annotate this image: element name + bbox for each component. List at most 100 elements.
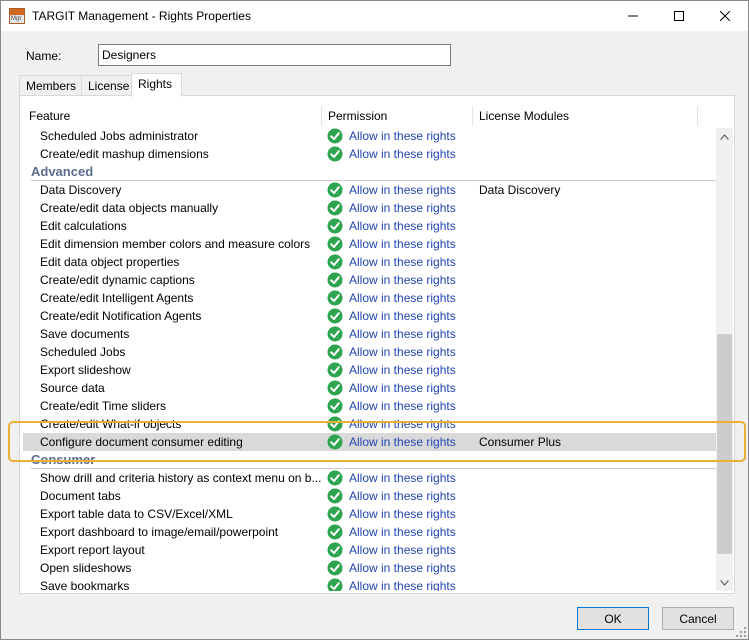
column-header-permission[interactable]: Permission — [322, 104, 472, 124]
tab-rights[interactable]: Rights — [131, 73, 182, 97]
group-header-advanced: Advanced — [23, 163, 716, 181]
permission-value: Allow in these rights — [349, 579, 456, 591]
check-circle-icon — [327, 398, 343, 414]
permission-cell[interactable]: Allow in these rights — [325, 506, 475, 522]
permission-cell[interactable]: Allow in these rights — [325, 200, 475, 216]
table-row[interactable]: Create/edit Notification Agents Allow in … — [23, 307, 716, 325]
rights-grid[interactable]: Scheduled Jobs administrator Allow in the… — [23, 128, 716, 591]
table-row[interactable]: Save bookmarks Allow in these rights — [23, 577, 716, 591]
permission-cell[interactable]: Allow in these rights — [325, 236, 475, 252]
permission-value: Allow in these rights — [349, 309, 456, 323]
table-row[interactable]: Save documents Allow in these rights — [23, 325, 716, 343]
ok-button[interactable]: OK — [577, 607, 649, 630]
vertical-scrollbar[interactable] — [716, 128, 733, 591]
table-row[interactable]: Document tabs Allow in these rights — [23, 487, 716, 505]
resize-grip-icon[interactable] — [734, 625, 748, 639]
permission-cell[interactable]: Allow in these rights — [325, 128, 475, 144]
tab-members[interactable]: Members — [19, 75, 82, 96]
title-bar[interactable]: Mgt TARGIT Management - Rights Propertie… — [1, 1, 748, 31]
permission-cell[interactable]: Allow in these rights — [325, 254, 475, 270]
table-row[interactable]: Export dashboard to image/email/powerpoi… — [23, 523, 716, 541]
grid-header: Feature Permission License Modules — [23, 104, 718, 126]
permission-cell[interactable]: Allow in these rights — [325, 362, 475, 378]
table-row[interactable]: Data Discovery Allow in these rights Data … — [23, 181, 716, 199]
permission-value: Allow in these rights — [349, 345, 456, 359]
group-label: Advanced — [31, 164, 94, 179]
permission-cell[interactable]: Allow in these rights — [325, 398, 475, 414]
permission-cell[interactable]: Allow in these rights — [325, 524, 475, 540]
table-row[interactable]: Source data Allow in these rights — [23, 379, 716, 397]
permission-cell[interactable]: Allow in these rights — [325, 290, 475, 306]
table-row[interactable]: Edit data object properties Allow in thes… — [23, 253, 716, 271]
close-icon — [720, 11, 730, 21]
table-row[interactable]: Show drill and criteria history as conte… — [23, 469, 716, 487]
permission-cell[interactable]: Allow in these rights — [325, 488, 475, 504]
table-row[interactable]: Export table data to CSV/Excel/XML Allow … — [23, 505, 716, 523]
column-header-feature[interactable]: Feature — [23, 104, 321, 124]
permission-cell[interactable]: Allow in these rights — [325, 344, 475, 360]
table-row[interactable]: Configure document consumer editing Allow… — [23, 433, 716, 451]
permission-value: Allow in these rights — [349, 201, 456, 215]
close-button[interactable] — [702, 1, 748, 31]
permission-value: Allow in these rights — [349, 327, 456, 341]
feature-cell: Document tabs — [40, 489, 121, 503]
check-circle-icon — [327, 308, 343, 324]
table-row[interactable]: Create/edit mashup dimensions Allow in th… — [23, 145, 716, 163]
table-row[interactable]: Create/edit What-if objects Allow in thes… — [23, 415, 716, 433]
cancel-button[interactable]: Cancel — [662, 607, 734, 630]
permission-cell[interactable]: Allow in these rights — [325, 434, 475, 450]
permission-cell[interactable]: Allow in these rights — [325, 470, 475, 486]
feature-cell: Source data — [40, 381, 105, 395]
table-row[interactable]: Edit calculations Allow in these rights — [23, 217, 716, 235]
table-row[interactable]: Scheduled Jobs administrator Allow in the… — [23, 128, 716, 145]
check-circle-icon — [327, 542, 343, 558]
permission-cell[interactable]: Allow in these rights — [325, 146, 475, 162]
scroll-down-button[interactable] — [716, 574, 733, 591]
table-row[interactable]: Export report layout Allow in these right… — [23, 541, 716, 559]
feature-cell: Create/edit data objects manually — [40, 201, 219, 215]
table-row[interactable]: Open slideshows Allow in these rights — [23, 559, 716, 577]
permission-cell[interactable]: Allow in these rights — [325, 326, 475, 342]
permission-value: Allow in these rights — [349, 507, 456, 521]
permission-cell[interactable]: Allow in these rights — [325, 308, 475, 324]
permission-cell[interactable]: Allow in these rights — [325, 272, 475, 288]
window-title: TARGIT Management - Rights Properties — [32, 9, 251, 23]
chevron-down-icon — [720, 579, 729, 586]
permission-cell[interactable]: Allow in these rights — [325, 542, 475, 558]
maximize-button[interactable] — [656, 1, 702, 31]
table-row[interactable]: Create/edit data objects manually Allow i… — [23, 199, 716, 217]
table-row[interactable]: Create/edit dynamic captions Allow in the… — [23, 271, 716, 289]
feature-cell: Create/edit mashup dimensions — [40, 147, 209, 161]
table-row[interactable]: Create/edit Intelligent Agents Allow in t… — [23, 289, 716, 307]
permission-cell[interactable]: Allow in these rights — [325, 182, 475, 198]
table-row[interactable]: Edit dimension member colors and measure… — [23, 235, 716, 253]
rights-properties-window: Mgt TARGIT Management - Rights Propertie… — [0, 0, 749, 640]
permission-cell[interactable]: Allow in these rights — [325, 218, 475, 234]
feature-cell: Create/edit Intelligent Agents — [40, 291, 194, 305]
permission-value: Allow in these rights — [349, 435, 456, 449]
permission-cell[interactable]: Allow in these rights — [325, 380, 475, 396]
table-row[interactable]: Scheduled Jobs Allow in these rights — [23, 343, 716, 361]
scrollbar-thumb[interactable] — [717, 334, 732, 554]
scroll-up-button[interactable] — [716, 128, 733, 145]
feature-cell: Export slideshow — [40, 363, 131, 377]
permission-cell[interactable]: Allow in these rights — [325, 560, 475, 576]
permission-cell[interactable]: Allow in these rights — [325, 578, 475, 591]
permission-cell[interactable]: Allow in these rights — [325, 416, 475, 432]
column-header-license-modules[interactable]: License Modules — [473, 104, 697, 124]
name-label: Name: — [26, 49, 62, 63]
feature-cell: Export table data to CSV/Excel/XML — [40, 507, 233, 521]
permission-value: Allow in these rights — [349, 147, 456, 161]
feature-cell: Edit dimension member colors and measure… — [40, 237, 311, 251]
check-circle-icon — [327, 416, 343, 432]
check-circle-icon — [327, 290, 343, 306]
tab-license[interactable]: License — [81, 75, 132, 96]
table-row[interactable]: Create/edit Time sliders Allow in these r… — [23, 397, 716, 415]
feature-cell: Save bookmarks — [40, 579, 130, 591]
name-input[interactable] — [98, 44, 451, 66]
feature-cell: Edit data object properties — [40, 255, 180, 269]
table-row[interactable]: Export slideshow Allow in these rights — [23, 361, 716, 379]
permission-value: Allow in these rights — [349, 237, 456, 251]
permission-value: Allow in these rights — [349, 417, 456, 431]
minimize-button[interactable] — [610, 1, 656, 31]
